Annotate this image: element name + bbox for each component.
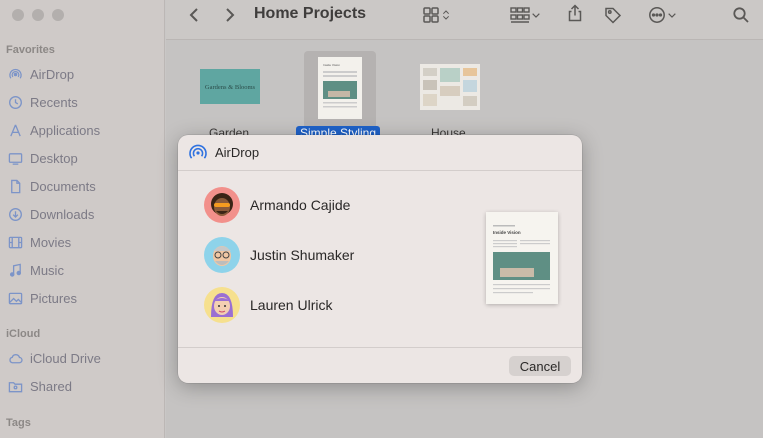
airdrop-recipient-lauren[interactable]: Lauren Ulrick xyxy=(204,287,332,323)
window-controls xyxy=(12,9,64,21)
download-icon xyxy=(9,207,22,221)
cancel-button[interactable]: Cancel xyxy=(509,356,571,376)
airdrop-icon xyxy=(189,144,207,159)
avatar xyxy=(204,237,240,273)
group-grid-icon xyxy=(510,7,530,23)
window-title: Home Projects xyxy=(254,5,367,22)
sidebar-item-downloads[interactable]: Downloads xyxy=(8,204,94,224)
document-preview-image: Inside Vision xyxy=(486,212,558,304)
sidebar-item-label: Desktop xyxy=(30,150,78,166)
group-button[interactable] xyxy=(510,6,542,24)
close-window-button[interactable] xyxy=(12,9,24,21)
chevron-left-icon xyxy=(189,8,198,22)
garden-thumbnail-text: Gardens & Blooms xyxy=(205,84,256,91)
sidebar-item-label: iCloud Drive xyxy=(30,350,101,366)
forward-button[interactable] xyxy=(220,6,238,24)
cloud-icon xyxy=(9,353,23,363)
sidebar-item-applications[interactable]: Applications xyxy=(8,120,100,140)
memoji-avatar-icon xyxy=(204,287,240,323)
recipient-name: Lauren Ulrick xyxy=(250,297,333,313)
toolbar: Home Projects xyxy=(166,0,763,40)
memoji-avatar-icon xyxy=(204,187,240,223)
sidebar: Favorites AirDrop Recents Applications D… xyxy=(0,0,165,438)
chevron-down-icon xyxy=(532,13,540,18)
file-house-thumbnail[interactable] xyxy=(420,64,480,110)
sidebar-item-label: Pictures xyxy=(30,290,77,306)
sidebar-item-desktop[interactable]: Desktop xyxy=(8,148,78,168)
tag-button[interactable] xyxy=(604,6,622,24)
sidebar-item-music[interactable]: Music xyxy=(8,260,64,280)
chevron-down-icon xyxy=(668,13,676,18)
sidebar-item-shared[interactable]: Shared xyxy=(8,376,72,396)
simple-styling-thumbnail-text: Inside Vision xyxy=(323,63,340,67)
airdrop-icon xyxy=(9,68,22,79)
film-icon xyxy=(8,236,23,248)
sidebar-item-label: Shared xyxy=(30,378,72,394)
airdrop-title: AirDrop xyxy=(215,145,260,160)
sidebar-item-movies[interactable]: Movies xyxy=(8,232,71,252)
back-button[interactable] xyxy=(186,6,204,24)
file-garden-thumbnail[interactable]: Gardens & Blooms xyxy=(200,69,260,104)
view-mode-button[interactable] xyxy=(422,6,452,24)
sidebar-item-airdrop[interactable]: AirDrop xyxy=(8,64,74,84)
tag-icon xyxy=(605,7,622,24)
sidebar-item-documents[interactable]: Documents xyxy=(8,176,96,196)
document-icon xyxy=(11,179,21,193)
recipient-name: Armando Cajide xyxy=(250,197,351,213)
preview-title: Inside Vision xyxy=(493,230,521,235)
music-note-icon xyxy=(9,263,22,277)
simple-styling-thumbnail-image: Inside Vision xyxy=(318,57,362,119)
search-button[interactable] xyxy=(732,6,750,24)
recipient-name: Justin Shumaker xyxy=(250,247,355,263)
sidebar-item-label: Downloads xyxy=(30,206,95,222)
chevron-up-down-icon xyxy=(442,10,450,20)
file-simple-styling-thumbnail[interactable]: Inside Vision xyxy=(304,51,376,131)
sidebar-item-label: Applications xyxy=(30,122,101,138)
search-icon xyxy=(733,7,749,23)
memoji-avatar-icon xyxy=(204,237,240,273)
sidebar-section-favorites: Favorites xyxy=(6,44,55,56)
shared-folder-icon xyxy=(8,381,23,392)
shared-file-preview: Inside Vision xyxy=(486,212,558,304)
share-button[interactable] xyxy=(566,4,584,22)
chevron-right-icon xyxy=(226,8,235,22)
sidebar-item-label: Documents xyxy=(30,178,96,194)
avatar xyxy=(204,187,240,223)
grid-icon xyxy=(423,7,439,23)
airdrop-recipient-justin[interactable]: Justin Shumaker xyxy=(204,237,354,273)
clock-icon xyxy=(9,95,22,109)
zoom-window-button[interactable] xyxy=(52,9,64,21)
airdrop-footer: Cancel xyxy=(178,347,582,383)
sidebar-item-pictures[interactable]: Pictures xyxy=(8,288,77,308)
house-thumbnail-image xyxy=(420,64,480,110)
ellipsis-circle-icon xyxy=(649,7,665,23)
sidebar-item-label: Music xyxy=(30,262,64,278)
desktop-icon xyxy=(8,152,23,165)
photo-icon xyxy=(8,292,23,304)
sidebar-section-icloud: iCloud xyxy=(6,328,41,340)
share-icon xyxy=(568,4,582,22)
sidebar-item-label: Recents xyxy=(30,94,78,110)
airdrop-header: AirDrop xyxy=(178,135,582,171)
garden-thumbnail-image: Gardens & Blooms xyxy=(200,69,260,104)
sidebar-item-label: AirDrop xyxy=(30,66,75,82)
minimize-window-button[interactable] xyxy=(32,9,44,21)
more-actions-button[interactable] xyxy=(648,6,678,24)
airdrop-recipient-armando[interactable]: Armando Cajide xyxy=(204,187,350,223)
sidebar-section-tags: Tags xyxy=(6,417,31,429)
sidebar-item-recents[interactable]: Recents xyxy=(8,92,78,112)
airdrop-sheet: AirDrop Armando Cajide Justin Shumaker L… xyxy=(178,135,582,383)
avatar xyxy=(204,287,240,323)
applications-icon xyxy=(10,124,21,136)
sidebar-item-label: Movies xyxy=(30,234,72,250)
sidebar-item-icloud-drive[interactable]: iCloud Drive xyxy=(8,348,101,368)
